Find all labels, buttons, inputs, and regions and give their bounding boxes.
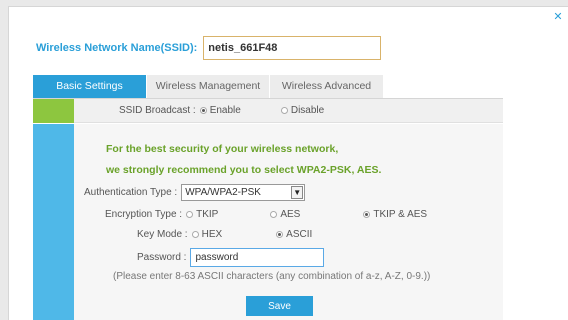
ssid-broadcast-label: SSID Broadcast : (119, 105, 196, 116)
wireless-settings-dialog: ✕ Wireless Network Name(SSID): Basic Set… (8, 6, 568, 320)
encryption-aes-radio[interactable] (270, 211, 278, 218)
password-input[interactable] (190, 248, 325, 267)
encryption-tkip-aes-option[interactable]: TKIP & AES (363, 209, 427, 220)
broadcast-disable-radio[interactable] (280, 107, 288, 114)
broadcast-enable-option[interactable]: Enable (199, 105, 241, 116)
broadcast-enable-radio[interactable] (199, 107, 207, 114)
ssid-row: Wireless Network Name(SSID): (36, 35, 382, 61)
key-mode-hex-label: HEX (201, 229, 223, 240)
key-mode-ascii-option[interactable]: ASCII (276, 229, 312, 240)
encryption-aes-label: AES (280, 209, 301, 220)
broadcast-disable-option[interactable]: Disable (280, 105, 325, 116)
chevron-down-icon[interactable]: ▼ (291, 186, 304, 199)
basic-settings-panel: SSID Broadcast : Enable Disable For the … (33, 98, 503, 320)
encryption-type-row: Encryption Type : TKIP AES TKIP & AES (105, 209, 427, 220)
key-mode-ascii-label: ASCII (286, 229, 313, 240)
encryption-tkip-aes-label: TKIP & AES (373, 209, 428, 220)
broadcast-enable-label: Enable (209, 105, 241, 116)
encryption-tkip-aes-radio[interactable] (363, 211, 371, 218)
key-mode-label: Key Mode : (137, 229, 188, 240)
encryption-aes-option[interactable]: AES (270, 209, 300, 220)
auth-type-label: Authentication Type : (84, 187, 178, 198)
password-label: Password : (137, 252, 187, 263)
ssid-label: Wireless Network Name(SSID): (36, 42, 198, 54)
tab-basic-settings[interactable]: Basic Settings (33, 75, 147, 98)
tab-wireless-advanced[interactable]: Wireless Advanced (270, 75, 384, 98)
security-note-2: we strongly recommend you to select WPA2… (106, 164, 382, 176)
key-mode-hex-option[interactable]: HEX (191, 229, 223, 240)
encryption-tkip-radio[interactable] (186, 211, 194, 218)
ssid-broadcast-row: SSID Broadcast : Enable Disable (119, 105, 324, 116)
auth-type-value: WPA/WPA2-PSK (185, 187, 261, 198)
blue-strip (33, 124, 74, 320)
auth-type-select[interactable]: WPA/WPA2-PSK ▼ (181, 184, 306, 201)
broadcast-disable-label: Disable (290, 105, 325, 116)
green-strip (33, 99, 74, 123)
encryption-tkip-label: TKIP (196, 209, 219, 220)
encryption-type-label: Encryption Type : (105, 209, 183, 220)
tab-wireless-management[interactable]: Wireless Management (147, 75, 270, 98)
ssid-input[interactable] (203, 36, 382, 60)
save-button[interactable]: Save (246, 296, 313, 316)
password-row: Password : (137, 248, 325, 267)
password-hint: (Please enter 8-63 ASCII characters (any… (113, 271, 431, 282)
key-mode-hex-radio[interactable] (191, 231, 199, 238)
auth-type-row: Authentication Type : WPA/WPA2-PSK ▼ (84, 184, 306, 201)
key-mode-ascii-radio[interactable] (276, 231, 284, 238)
security-note-1: For the best security of your wireless n… (106, 143, 339, 155)
key-mode-row: Key Mode : HEX ASCII (137, 229, 312, 240)
close-icon[interactable]: ✕ (552, 11, 564, 23)
encryption-tkip-option[interactable]: TKIP (186, 209, 218, 220)
settings-tabs: Basic Settings Wireless Management Wirel… (33, 75, 384, 98)
